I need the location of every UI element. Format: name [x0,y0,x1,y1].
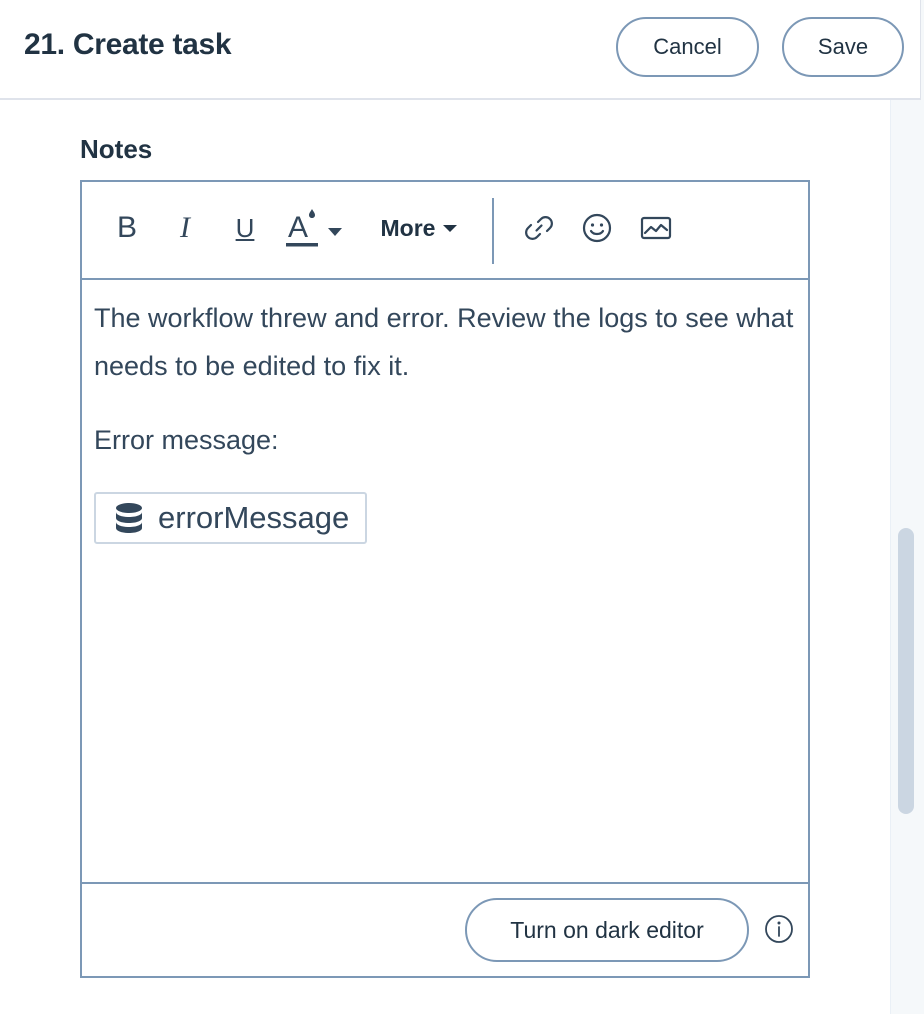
editor-toolbar: B I U A More [82,182,808,280]
chevron-down-icon [443,225,458,232]
notes-editor: B I U A More The workflow threw and erro… [80,180,810,978]
more-dropdown[interactable]: More [374,206,464,250]
database-icon [116,503,142,533]
bold-button[interactable]: B [112,206,142,250]
page-title: 21. Create task [24,28,232,61]
notes-paragraph: Error message: [94,425,279,455]
link-icon [525,216,553,240]
cancel-button[interactable]: Cancel [616,17,759,77]
more-label: More [380,214,436,241]
bold-icon: B [116,211,137,244]
image-icon [640,216,672,240]
editor-content[interactable]: The workflow threw and error. Review the… [94,282,794,549]
underline-icon: U [235,212,255,243]
panel-header: 21. Create task Cancel Save [0,0,920,100]
italic-icon: I [180,211,190,244]
insert-link-button[interactable] [522,206,556,250]
token-label: errorMessage [158,500,350,535]
notes-paragraph: The workflow threw and error. Review the… [94,303,794,381]
emoji-icon [582,213,612,243]
toolbar-divider [492,198,494,264]
save-button[interactable]: Save [782,17,904,77]
italic-button[interactable]: I [170,206,200,250]
notes-label: Notes [80,134,153,164]
underline-button[interactable]: U [230,206,260,250]
editor-footer: Turn on dark editor [82,882,808,976]
info-icon[interactable] [764,914,794,944]
insert-image-button[interactable] [638,206,674,250]
scrollbar-thumb[interactable] [898,528,914,814]
svg-text:A: A [288,211,308,244]
text-color-icon: A [286,209,342,247]
emoji-button[interactable] [580,206,614,250]
personalization-token[interactable]: errorMessage [94,492,368,544]
chevron-down-icon [328,228,342,236]
text-color-button[interactable]: A [282,206,352,250]
dark-editor-button[interactable]: Turn on dark editor [465,898,749,962]
